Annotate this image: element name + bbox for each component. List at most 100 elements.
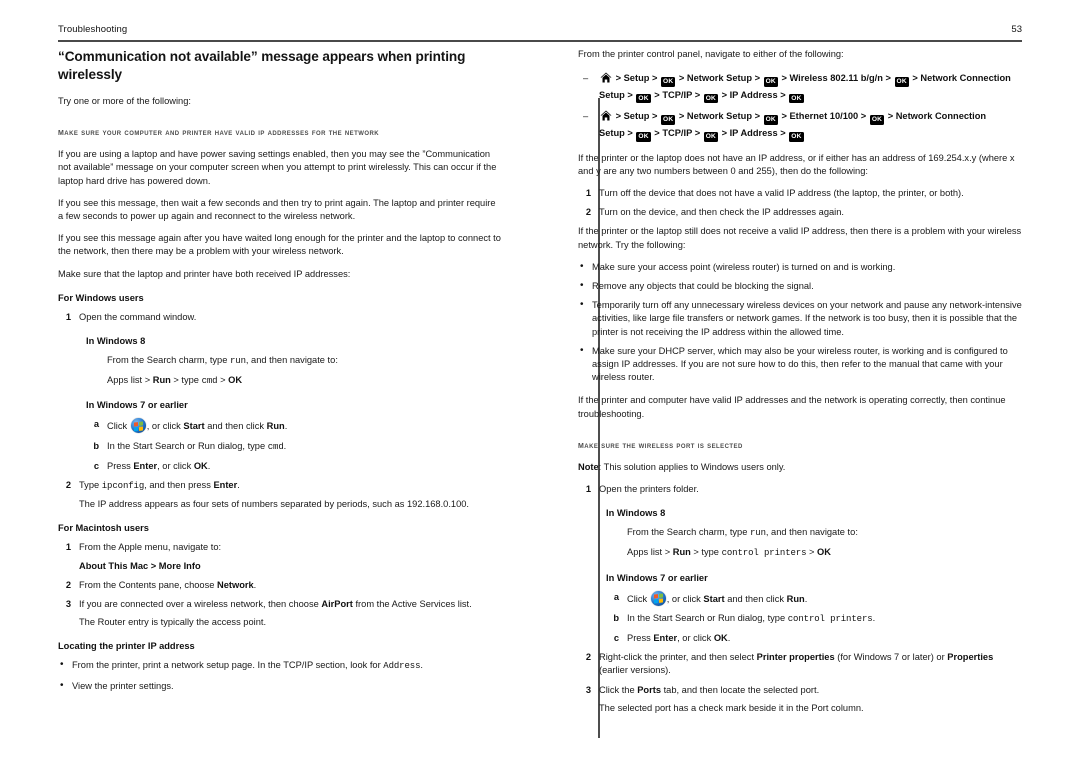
path-mid: > type: [170, 375, 202, 386]
menu-properties: Properties: [947, 652, 994, 663]
ok-button-icon: OK: [636, 131, 651, 142]
substep-text-mid2: and then click: [204, 421, 267, 432]
step-open-command-window: 1 Open the command window.: [58, 311, 502, 324]
step-marker: 1: [65, 542, 71, 553]
substep-text-pre: Click: [627, 593, 650, 604]
code-run: run: [749, 528, 766, 539]
home-icon: [600, 110, 612, 121]
step-turn-on-device: 2 Turn on the device, and then check the…: [578, 206, 1022, 219]
substep-text-mid2: and then click: [724, 593, 787, 604]
line-end: , and then navigate to:: [765, 527, 858, 538]
step-marker: 3: [65, 599, 71, 610]
step-text: From the Apple menu, navigate to:: [79, 542, 222, 553]
step-text-end: (earlier versions).: [599, 665, 671, 676]
paragraph-wait-retry: If you see this message, then wait a few…: [58, 197, 496, 222]
code-cmd: cmd: [201, 376, 218, 387]
path-ok: OK: [228, 375, 243, 386]
page-title: “Communication not available” message ap…: [58, 49, 466, 82]
path-prefix: Apps list >: [627, 547, 673, 558]
mac-step-contents-pane: 2 From the Contents pane, choose Network…: [58, 579, 502, 592]
step-marker: 1: [65, 311, 71, 322]
step-text-end: .: [237, 480, 240, 491]
menu-printer-properties: Printer properties: [756, 652, 835, 663]
ok-button-icon: OK: [763, 77, 778, 87]
button-ok: OK: [193, 460, 208, 471]
nav-path-wireless: > Setup > OK > Network Setup > OK > Wire…: [578, 70, 1022, 104]
substep-b-type-cmd: b In the Start Search or Run dialog, typ…: [86, 440, 502, 454]
step-followup-note: The Router entry is typically the access…: [79, 617, 267, 628]
substep-start-label: Start: [183, 421, 205, 432]
note-end: .: [420, 660, 423, 671]
step-marker: 1: [585, 187, 591, 198]
step-followup-note: The IP address appears as four sets of n…: [79, 499, 470, 510]
path-mid: > type: [690, 547, 722, 558]
substep-marker: c: [93, 460, 99, 471]
path-run: Run: [152, 375, 171, 386]
mac-menu-path: About This Mac > More Info: [79, 560, 201, 571]
section-heading-ip-addresses: Make sure your computer and printer have…: [58, 127, 380, 139]
step-marker: 2: [65, 480, 71, 491]
substep-marker: c: [613, 633, 619, 644]
nav-text-2: > Network Setup >: [676, 73, 763, 84]
paragraph-network-problem: If you see this message again after you …: [58, 233, 501, 257]
substep-run-label: Run: [266, 421, 285, 432]
paragraph-valid-continue: If the printer and computer have valid I…: [578, 395, 1006, 419]
path-sep: >: [217, 375, 229, 386]
substep-c-press-enter: c Press Enter, or click OK.: [86, 460, 502, 473]
code-cmd: cmd: [267, 441, 284, 452]
substep-c-press-enter: c Press Enter, or click OK.: [606, 632, 1022, 645]
bullet-text: View the printer settings.: [72, 680, 174, 691]
mac-step-airport: 3 If you are connected over a wireless n…: [58, 598, 502, 629]
nav-text-2: > Network Setup >: [676, 111, 763, 122]
step-text-pre: Type: [79, 480, 102, 491]
step-text-pre: From the Contents pane, choose: [79, 579, 217, 590]
substep-text-mid: , or click: [677, 633, 714, 644]
ok-button-icon: OK: [703, 93, 718, 104]
step-marker: 1: [585, 484, 591, 495]
note-label: Note: [578, 461, 599, 472]
nav-text-1: > Setup >: [613, 111, 661, 122]
windows8-search-charm-line: From the Search charm, type run, and the…: [627, 526, 1022, 540]
subheading-locating-printer-ip: Locating the printer IP address: [58, 641, 195, 652]
step-text-pre: Click the: [599, 684, 638, 695]
substep-text-end: .: [284, 421, 288, 432]
ok-button-icon: OK: [789, 131, 804, 142]
step-marker: 2: [585, 652, 591, 663]
step-marker: 2: [65, 579, 71, 590]
menu-network: Network: [216, 579, 254, 590]
right-column: From the printer control panel, navigate…: [578, 48, 1022, 721]
note-windows-only: Note: This solution applies to Windows u…: [578, 461, 1022, 474]
bullet-view-printer-settings: View the printer settings.: [58, 679, 502, 693]
step-text: Turn on the device, and then check the I…: [599, 207, 844, 218]
header-divider-rule: [58, 40, 1022, 42]
step-text-end: from the Active Services list.: [352, 599, 472, 610]
tab-ports: Ports: [637, 684, 661, 695]
nav-text-1: > Setup >: [613, 73, 661, 84]
ok-button-icon: OK: [869, 115, 885, 125]
code-run: run: [229, 356, 246, 367]
substep-text-pre: In the Start Search or Run dialog, type: [107, 440, 268, 451]
nav-text-3: > Ethernet 10/100 >: [778, 111, 869, 122]
substep-text-end: .: [207, 460, 211, 471]
step-followup-note: The selected port has a check mark besid…: [599, 702, 864, 713]
step-marker: 2: [585, 207, 591, 218]
step-marker: 3: [585, 684, 591, 695]
ok-button-icon: OK: [789, 93, 804, 104]
page-number: 53: [1011, 24, 1022, 35]
bullet-turn-off-devices: Temporarily turn off any unnecessary wir…: [578, 298, 1022, 339]
bullet-access-point: Make sure your access point (wireless ro…: [578, 260, 1022, 274]
step-turn-off-device: 1 Turn off the device that does not have…: [578, 187, 1022, 200]
code-address: Address: [383, 661, 421, 672]
note-pre: In the TCP/IP section, look for: [257, 660, 384, 671]
substep-text-end: .: [727, 633, 731, 644]
substep-a-click-start-orb: a Click , or click Start and then click …: [606, 590, 1022, 606]
note-text: : This solution applies to Windows users…: [598, 461, 786, 472]
step-type-ipconfig: 2 Type ipconfig, and then press Enter. T…: [58, 479, 502, 511]
path-run: Run: [672, 547, 691, 558]
left-column: “Communication not available” message ap…: [58, 48, 502, 699]
subheading-in-windows-8: In Windows 8: [606, 508, 666, 519]
ok-button-icon: OK: [661, 77, 676, 87]
substep-marker: a: [613, 591, 619, 602]
running-header: Troubleshooting 53: [58, 24, 1022, 44]
substep-text-pre: In the Start Search or Run dialog, type: [627, 612, 788, 623]
